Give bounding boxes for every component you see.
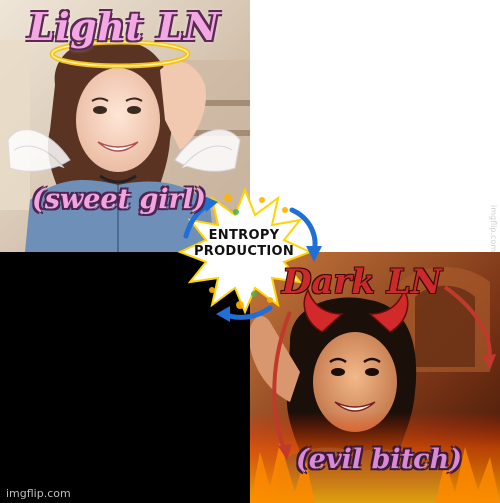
- meme-canvas: Light LN (sweet girl) Dark LN (evil bitc…: [0, 0, 500, 503]
- center-label-line-1: ENTROPY: [208, 228, 280, 243]
- light-title: Light LN: [28, 4, 220, 49]
- dark-title: Dark LN: [282, 262, 442, 302]
- bottom-left-blank: [0, 252, 250, 503]
- imgflip-watermark: imgflip.com: [6, 487, 71, 500]
- center-label-line-2: PRODUCTION: [193, 244, 295, 259]
- imgflip-side-watermark: imgflip.com: [489, 205, 498, 253]
- light-subtitle: (sweet girl): [32, 184, 206, 215]
- top-right-blank: [250, 0, 500, 252]
- dark-subtitle: (evil bitch): [296, 444, 463, 475]
- entropy-production-label: ENTROPY PRODUCTION: [182, 228, 306, 260]
